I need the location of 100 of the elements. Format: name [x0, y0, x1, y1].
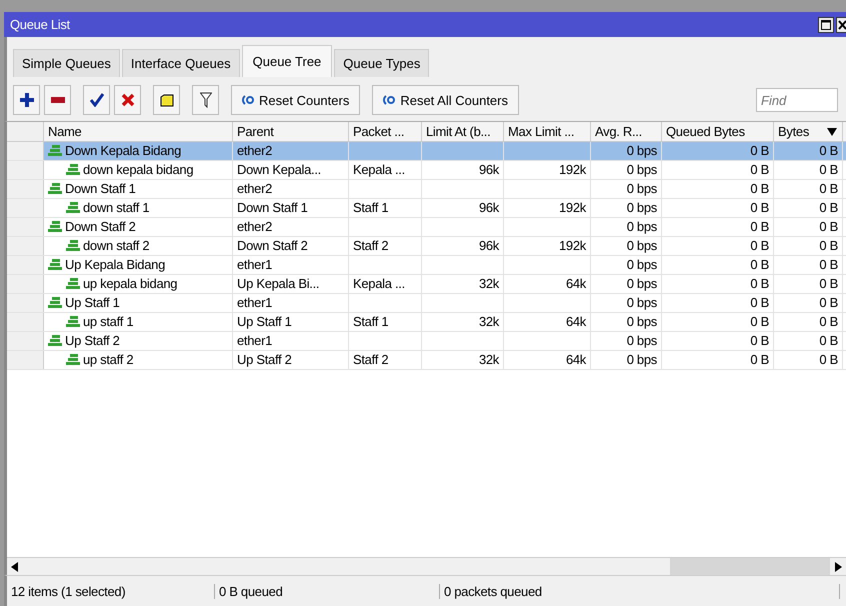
column-header[interactable]: Queued Bytes	[662, 122, 774, 141]
table-cell: 0 B	[819, 143, 838, 158]
table-cell: 192k	[559, 162, 586, 177]
column-header[interactable]: Avg. R...	[591, 122, 662, 141]
table-cell: 64k	[566, 314, 586, 329]
table-cell: 0 B	[819, 352, 838, 367]
row-header[interactable]	[7, 161, 44, 179]
filter-button[interactable]	[192, 85, 219, 115]
table-cell: down kepala bidang	[83, 161, 194, 179]
tab[interactable]: Interface Queues	[122, 49, 240, 77]
table-row[interactable]: Down Kepala Bidang ether2 0 bps 0 B 0 B	[7, 142, 846, 161]
table-cell: 96k	[478, 162, 499, 177]
table-cell: ether1	[237, 295, 272, 310]
row-header[interactable]	[7, 237, 44, 255]
table-cell: Staff 1	[353, 200, 388, 215]
comment-button[interactable]	[153, 85, 180, 115]
close-icon[interactable]	[836, 16, 846, 32]
queue-icon	[48, 221, 62, 233]
table-cell: Down Kepala Bidang	[65, 142, 182, 160]
table-cell: ether1	[237, 333, 272, 348]
table-row[interactable]: up staff 1 Up Staff 1 Staff 1 32k 64k 0 bps 0 B 0 B	[7, 313, 846, 332]
table-row[interactable]: down staff 1 Down Staff 1 Staff 1 96k 192k 0 bps 0 B 0 B	[7, 199, 846, 218]
table-cell: 0 B	[750, 295, 769, 310]
tab[interactable]: Queue Tree	[242, 45, 332, 77]
table-cell: 0 B	[750, 200, 769, 215]
maximize-icon[interactable]	[818, 16, 834, 32]
row-header[interactable]	[7, 294, 44, 312]
remove-button[interactable]	[44, 85, 71, 115]
table-row[interactable]: Down Staff 1 ether2 0 bps 0 B 0 B	[7, 180, 846, 199]
row-header[interactable]	[7, 218, 44, 236]
table-cell: 0 bps	[626, 333, 657, 348]
table-cell: 32k	[478, 352, 499, 367]
table-cell: ether1	[237, 257, 272, 272]
table-cell: 0 B	[819, 238, 838, 253]
horizontal-scrollbar[interactable]	[7, 557, 846, 575]
table-cell: 0 B	[750, 181, 769, 196]
table-cell: 0 bps	[626, 295, 657, 310]
table-row[interactable]: Down Staff 2 ether2 0 bps 0 B 0 B	[7, 218, 846, 237]
table-cell: 0 bps	[626, 257, 657, 272]
table-row[interactable]: down staff 2 Down Staff 2 Staff 2 96k 192k 0 bps 0 B 0 B	[7, 237, 846, 256]
table-cell: 64k	[566, 276, 586, 291]
table-cell: 0 B	[750, 238, 769, 253]
table-cell: 0 B	[819, 219, 838, 234]
table-cell: Down Staff 1	[65, 180, 136, 198]
table-cell: Kepala ...	[353, 276, 405, 291]
table-row[interactable]: Up Staff 2 ether1 0 bps 0 B 0 B	[7, 332, 846, 351]
table-cell: Staff 1	[353, 314, 388, 329]
row-header[interactable]	[7, 275, 44, 293]
table-cell: Up Kepala Bidang	[65, 256, 165, 274]
queue-icon	[66, 354, 80, 366]
column-header[interactable]: Packet ...	[349, 122, 422, 141]
check-icon	[90, 93, 104, 107]
column-header[interactable]: Name	[44, 122, 233, 141]
queue-icon	[66, 316, 80, 328]
tab[interactable]: Queue Types	[334, 49, 430, 77]
table-cell: ether2	[237, 143, 272, 158]
row-header[interactable]	[7, 180, 44, 198]
table-cell: 0 B	[750, 276, 769, 291]
scroll-right-icon[interactable]	[834, 562, 842, 572]
row-header[interactable]	[7, 332, 44, 350]
reset-icon	[242, 95, 254, 105]
column-header[interactable]: Limit At (b...	[422, 122, 504, 141]
row-header[interactable]	[7, 256, 44, 274]
row-header[interactable]	[7, 142, 44, 160]
table-cell: 0 B	[750, 352, 769, 367]
table-row[interactable]: Up Staff 1 ether1 0 bps 0 B 0 B	[7, 294, 846, 313]
reset-button[interactable]: Reset Counters	[231, 85, 360, 115]
find-field[interactable]: Find	[756, 88, 838, 112]
table-cell: down staff 2	[83, 237, 150, 255]
column-header[interactable]: Max Limit ...	[504, 122, 591, 141]
queue-icon	[48, 335, 62, 347]
window-title: Queue List	[10, 17, 71, 32]
table-cell: 96k	[478, 238, 499, 253]
tab[interactable]: Simple Queues	[13, 49, 120, 77]
row-header[interactable]	[7, 351, 44, 369]
add-button[interactable]	[13, 85, 40, 115]
reset-button[interactable]: Reset All Counters	[372, 85, 519, 115]
table-cell: 32k	[478, 314, 499, 329]
column-header[interactable]: Parent	[233, 122, 349, 141]
queue-icon	[48, 297, 62, 309]
disable-button[interactable]	[114, 85, 141, 115]
table-row[interactable]: up kepala bidang Up Kepala Bi... Kepala ... 32k 64k 0 bps 0 B 0 B	[7, 275, 846, 294]
enable-button[interactable]	[83, 85, 110, 115]
table-row[interactable]: down kepala bidang Down Kepala... Kepala ... 96k 192k 0 bps 0 B 0 B	[7, 161, 846, 180]
table-cell: 0 bps	[626, 314, 657, 329]
dropdown-icon[interactable]	[827, 128, 837, 136]
cross-icon	[120, 93, 134, 107]
table-row[interactable]: up staff 2 Up Staff 2 Staff 2 32k 64k 0 bps 0 B 0 B	[7, 351, 846, 370]
table-cell: 0 bps	[626, 143, 657, 158]
table-row[interactable]: Up Kepala Bidang ether1 0 bps 0 B 0 B	[7, 256, 846, 275]
table-cell: up staff 2	[83, 351, 134, 369]
row-header[interactable]	[7, 313, 44, 331]
table-cell: 0 bps	[626, 162, 657, 177]
table-cell: 0 B	[750, 143, 769, 158]
table-cell: Up Kepala Bi...	[237, 276, 320, 291]
scroll-left-icon[interactable]	[11, 562, 19, 572]
queue-icon	[66, 278, 80, 290]
row-header[interactable]	[7, 199, 44, 217]
table-cell: Down Staff 2	[65, 218, 136, 236]
plus-icon	[20, 93, 34, 107]
